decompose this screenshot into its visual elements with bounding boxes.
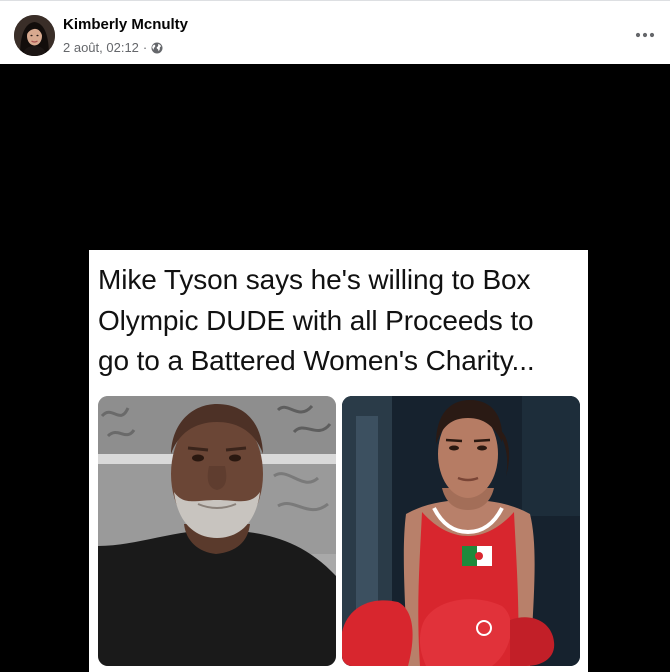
avatar-photo — [14, 15, 55, 56]
post-media[interactable]: Mike Tyson says he's willing to Box Olym… — [0, 64, 670, 672]
post-options-button[interactable] — [627, 21, 663, 49]
meme-caption-line: Mike Tyson says he's willing to Box — [98, 264, 531, 295]
boxer-photo — [342, 396, 580, 666]
meme-image: Mike Tyson says he's willing to Box Olym… — [89, 250, 588, 672]
facebook-post: Kimberly Mcnulty 2 août, 02:12 · Mike Ty… — [0, 0, 670, 672]
post-header: Kimberly Mcnulty 2 août, 02:12 · — [0, 1, 670, 64]
more-horizontal-icon — [635, 32, 655, 38]
author-name[interactable]: Kimberly Mcnulty — [63, 16, 188, 33]
globe-icon[interactable] — [151, 42, 163, 54]
meta-separator: · — [142, 39, 148, 55]
post-timestamp[interactable]: 2 août, 02:12 — [63, 40, 139, 55]
post-meta: 2 août, 02:12 · — [63, 39, 163, 55]
meme-caption: Mike Tyson says he's willing to Box Olym… — [98, 260, 584, 382]
meme-caption-line: go to a Battered Women's Charity... — [98, 345, 535, 376]
meme-caption-line: Olympic DUDE with all Proceeds to — [98, 304, 534, 336]
man-portrait-photo — [98, 396, 336, 666]
author-avatar[interactable] — [14, 15, 55, 56]
